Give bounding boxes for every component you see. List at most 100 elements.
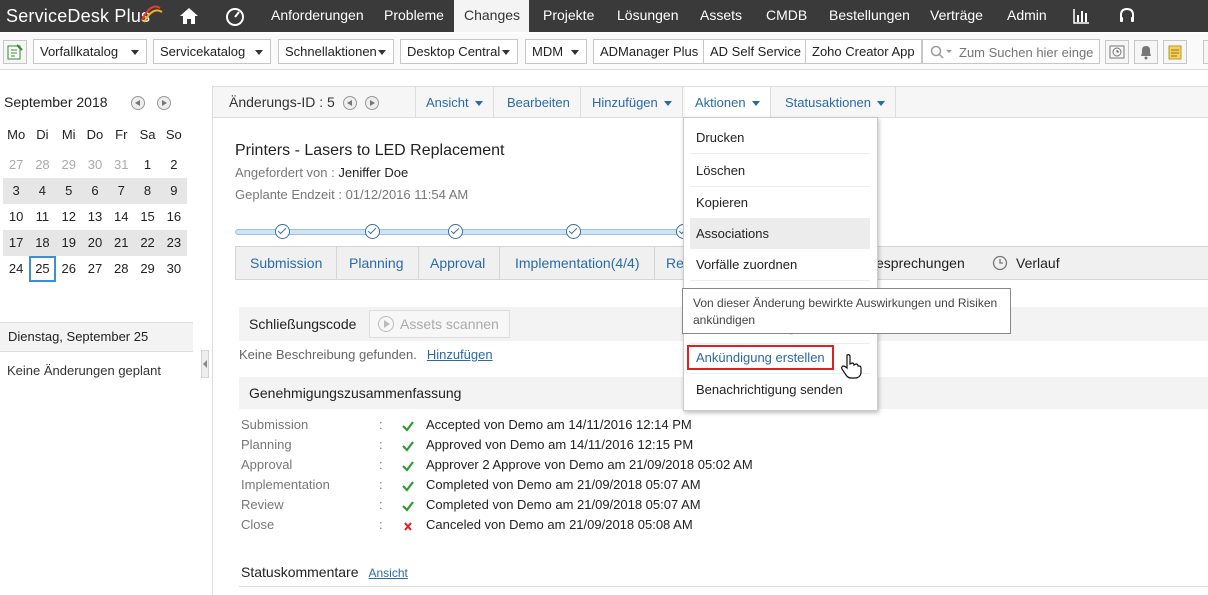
calendar-day[interactable]: 26 xyxy=(56,256,82,282)
menu-item-link-incidents[interactable]: Vorfälle zuordnen xyxy=(690,249,870,281)
calendar-day[interactable]: 30 xyxy=(82,152,108,178)
calendar-day-selected[interactable]: 25 xyxy=(29,256,56,282)
view-menu-tab[interactable]: Ansicht xyxy=(415,87,494,118)
nav-cmdb[interactable]: CMDB xyxy=(756,0,817,32)
nav-bestellungen[interactable]: Bestellungen xyxy=(819,0,920,32)
calendar-day[interactable]: 30 xyxy=(161,256,187,282)
nav-anforderungen[interactable]: Anforderungen xyxy=(261,0,374,32)
status-comments-view-link[interactable]: Ansicht xyxy=(369,566,408,580)
nav-changes[interactable]: Changes xyxy=(454,0,529,32)
app-logo[interactable]: ServiceDesk Plus xyxy=(6,4,163,28)
approved-check-icon xyxy=(402,461,414,472)
nav-probleme[interactable]: Probleme xyxy=(374,0,454,32)
stage-tab-submission[interactable]: Submission xyxy=(236,247,338,279)
menu-item-copy[interactable]: Kopieren xyxy=(690,187,870,219)
history-tab[interactable]: Verlauf xyxy=(978,247,1074,279)
add-menu-tab[interactable]: Hinzufügen xyxy=(582,87,683,118)
calendar-day[interactable]: 15 xyxy=(134,204,160,230)
next-change-icon[interactable] xyxy=(365,96,379,110)
reminders-clock-icon[interactable] xyxy=(1105,40,1129,64)
nav-admin[interactable]: Admin xyxy=(997,0,1057,32)
calendar-day[interactable]: 16 xyxy=(161,204,187,230)
zoho-creator-app-button[interactable]: Zoho Creator App xyxy=(805,39,922,64)
nav-vertraege[interactable]: Verträge xyxy=(920,0,993,32)
calendar-day[interactable]: 29 xyxy=(134,256,160,282)
collapse-panel-handle-icon[interactable] xyxy=(201,350,209,378)
calendar-day[interactable]: 10 xyxy=(3,204,29,230)
calendar-day[interactable]: 9 xyxy=(160,178,187,204)
weekday-label: Do xyxy=(86,127,104,142)
stage-tab-implementation[interactable]: Implementation(4/4) xyxy=(501,247,655,279)
global-search[interactable] xyxy=(922,39,1100,64)
notes-icon[interactable] xyxy=(1163,40,1187,64)
dashboard-gauge-icon[interactable] xyxy=(222,0,248,32)
previous-month-icon[interactable] xyxy=(131,96,145,110)
next-month-icon[interactable] xyxy=(157,96,171,110)
calendar-day[interactable]: 1 xyxy=(134,152,160,178)
home-icon[interactable] xyxy=(176,0,202,32)
calendar-day[interactable]: 17 xyxy=(3,230,30,256)
calendar-day[interactable]: 29 xyxy=(56,152,82,178)
calendar-day[interactable]: 2 xyxy=(161,152,187,178)
meetings-tab[interactable]: esprechungen xyxy=(862,247,979,279)
nav-projekte[interactable]: Projekte xyxy=(533,0,604,32)
calendar-day[interactable]: 21 xyxy=(108,230,135,256)
calendar-day[interactable]: 6 xyxy=(81,178,109,204)
search-input[interactable] xyxy=(959,43,1097,61)
calendar-day[interactable]: 12 xyxy=(56,204,82,230)
approval-row: Review: Completed von Demo am 21/09/2018 … xyxy=(241,497,841,517)
calendar-day[interactable]: 3 xyxy=(3,178,30,204)
more-toolbar-edge[interactable] xyxy=(1203,40,1208,64)
vorfallkatalog-dropdown[interactable]: Vorfallkatalog xyxy=(33,39,147,64)
ad-self-service-button[interactable]: AD Self Service xyxy=(703,39,809,64)
desktop-central-dropdown[interactable]: Desktop Central xyxy=(400,39,518,64)
calendar-day[interactable]: 4 xyxy=(29,178,56,204)
nav-assets[interactable]: Assets xyxy=(690,0,752,32)
admanager-plus-button[interactable]: ADManager Plus xyxy=(593,39,706,64)
status-actions-menu-tab[interactable]: Statusaktionen xyxy=(775,87,897,118)
new-request-icon[interactable] xyxy=(3,40,27,64)
calendar-day[interactable]: 19 xyxy=(55,230,82,256)
calendar-day[interactable]: 28 xyxy=(29,152,55,178)
closing-code-label: Schließungscode xyxy=(249,316,357,332)
calendar-day[interactable]: 18 xyxy=(29,230,56,256)
notifications-bell-icon[interactable] xyxy=(1134,40,1158,64)
schnellaktionen-label: Schnellaktionen xyxy=(285,44,377,59)
servicekatalog-dropdown[interactable]: Servicekatalog xyxy=(153,39,271,64)
reports-bar-chart-icon[interactable] xyxy=(1068,0,1094,32)
hand-pointer-cursor-icon xyxy=(841,354,862,379)
edit-tab[interactable]: Bearbeiten xyxy=(497,87,581,118)
actions-menu-tab[interactable]: Aktionen xyxy=(685,87,771,120)
menu-item-associations[interactable]: Associations xyxy=(690,219,870,249)
nav-loesungen[interactable]: Lösungen xyxy=(607,0,689,32)
calendar-day[interactable]: 23 xyxy=(160,230,187,256)
calendar-day[interactable]: 7 xyxy=(108,178,135,204)
calendar-day[interactable]: 27 xyxy=(82,256,108,282)
chevron-down-icon xyxy=(378,50,386,55)
calendar-day[interactable]: 13 xyxy=(82,204,108,230)
calendar-day[interactable]: 28 xyxy=(108,256,134,282)
menu-item-print[interactable]: Drucken xyxy=(690,122,870,154)
menu-item-delete[interactable]: Löschen xyxy=(690,155,870,187)
calendar-day[interactable]: 8 xyxy=(134,178,161,204)
calendar-day[interactable]: 11 xyxy=(29,204,55,230)
calendar-day[interactable]: 20 xyxy=(81,230,109,256)
change-action-bar: Änderungs-ID : 5 Ansicht Bearbeiten Hinz… xyxy=(213,86,1208,120)
support-headset-icon[interactable] xyxy=(1114,0,1140,32)
mdm-dropdown[interactable]: MDM xyxy=(525,39,587,64)
weekday-label: Mi xyxy=(61,127,76,142)
stage-tab-planning[interactable]: Planning xyxy=(335,247,419,279)
calendar-day[interactable]: 5 xyxy=(55,178,82,204)
previous-change-icon[interactable] xyxy=(343,96,357,110)
weekday-label: So xyxy=(165,127,182,142)
scan-assets-button[interactable]: Assets scannen xyxy=(369,310,510,338)
calendar-day[interactable]: 14 xyxy=(108,204,134,230)
calendar-day[interactable]: 31 xyxy=(108,152,134,178)
calendar-day[interactable]: 27 xyxy=(3,152,29,178)
schnellaktionen-dropdown[interactable]: Schnellaktionen xyxy=(278,39,394,64)
add-description-link[interactable]: Hinzufügen xyxy=(427,347,493,362)
calendar-day[interactable]: 22 xyxy=(134,230,161,256)
approval-row: Planning: Approved von Demo am 14/11/2016… xyxy=(241,437,841,457)
calendar-day[interactable]: 24 xyxy=(3,256,29,282)
stage-tab-approval[interactable]: Approval xyxy=(416,247,501,279)
